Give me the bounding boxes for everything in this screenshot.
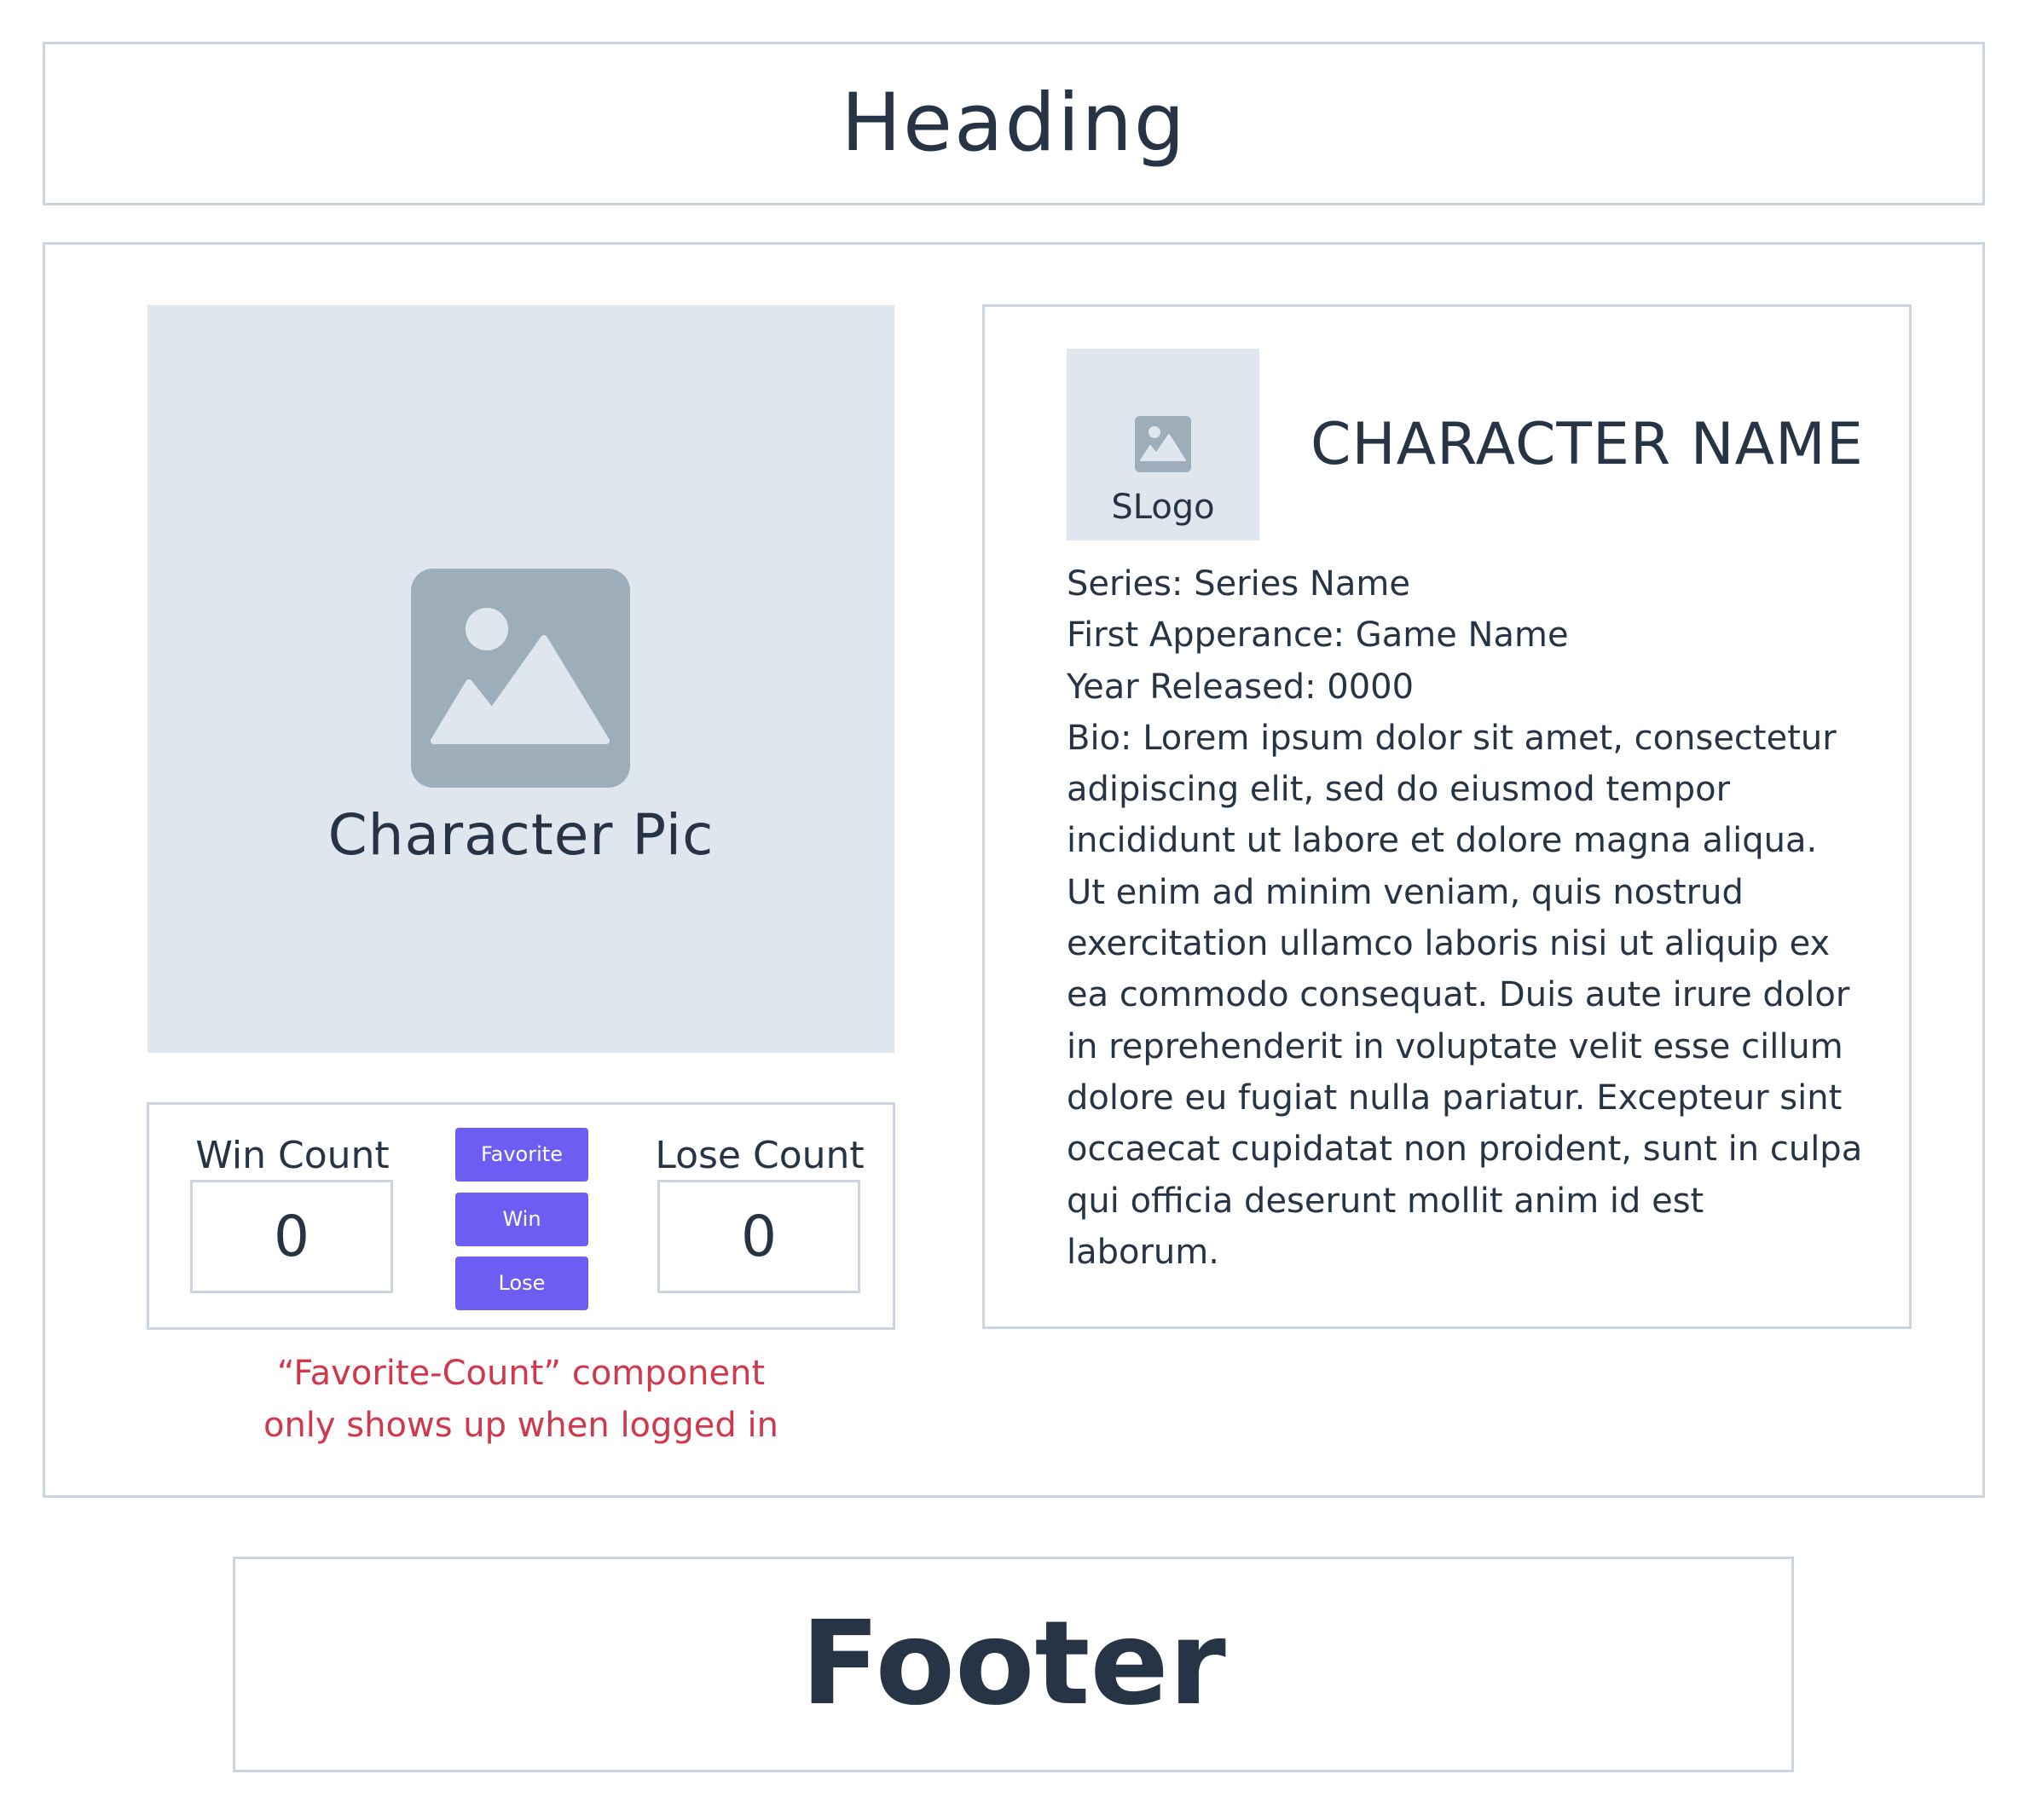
year-released-line: Year Released: 0000 <box>1067 667 1415 707</box>
bio-line: in reprehenderit in voluptate velit esse… <box>1067 1026 1843 1066</box>
bio-line: occaecat cupidatat non proident, sunt in… <box>1067 1130 1863 1170</box>
bio-line: ea commodo consequat. Duis aute irure do… <box>1067 975 1850 1015</box>
bio-line: exercitation ullamco laboris nisi ut ali… <box>1067 924 1831 964</box>
first-appearance-line: First Apperance: Game Name <box>1067 615 1569 656</box>
series-line: Series: Series Name <box>1067 564 1410 604</box>
bio-line: qui officia deserunt mollit anim id est <box>1067 1181 1704 1221</box>
character-name: CHARACTER NAME <box>1310 411 1864 478</box>
lose-count-value: 0 <box>657 1180 860 1293</box>
footer-title: Footer <box>801 1597 1226 1731</box>
win-count-label: Win Count <box>195 1134 390 1177</box>
favorite-count-note: “Favorite-Count” component only shows up… <box>148 1348 894 1452</box>
favorite-count-component: Win Count 0 Favorite Win Lose Lose Count… <box>147 1102 895 1330</box>
footer: Footer <box>233 1557 1794 1772</box>
note-line: “Favorite-Count” component <box>276 1354 766 1393</box>
image-placeholder-icon <box>1135 416 1191 472</box>
lose-count-label: Lose Count <box>655 1134 865 1177</box>
bio-line: Bio: Lorem ipsum dolor sit amet, consect… <box>1067 718 1837 758</box>
bio-line: dolore eu fugiat nulla pariatur. Excepte… <box>1067 1078 1843 1118</box>
bio: Bio: Lorem ipsum dolor sit amet, consect… <box>1067 713 1868 1278</box>
win-count-value: 0 <box>190 1180 393 1293</box>
character-info: Series: Series Name First Apperance: Gam… <box>1067 558 1868 1278</box>
header: Heading <box>43 42 1985 205</box>
bio-line: incididunt ut labore et dolore magna ali… <box>1067 821 1818 861</box>
series-logo: SLogo <box>1067 349 1259 540</box>
win-button[interactable]: Win <box>455 1193 588 1246</box>
bio-line: Ut enim ad minim veniam, quis nostrud <box>1067 872 1744 912</box>
page-heading: Heading <box>841 77 1187 170</box>
series-logo-label: SLogo <box>1111 488 1215 527</box>
note-line: only shows up when logged in <box>263 1406 778 1445</box>
bio-line: adipiscing elit, sed do eiusmod tempor <box>1067 770 1731 810</box>
bio-line: laborum. <box>1067 1232 1219 1272</box>
character-picture: Character Pic <box>148 305 894 1053</box>
lose-button[interactable]: Lose <box>455 1257 588 1310</box>
character-picture-label: Character Pic <box>327 802 715 868</box>
image-placeholder-icon <box>411 569 630 788</box>
favorite-button[interactable]: Favorite <box>455 1128 588 1182</box>
